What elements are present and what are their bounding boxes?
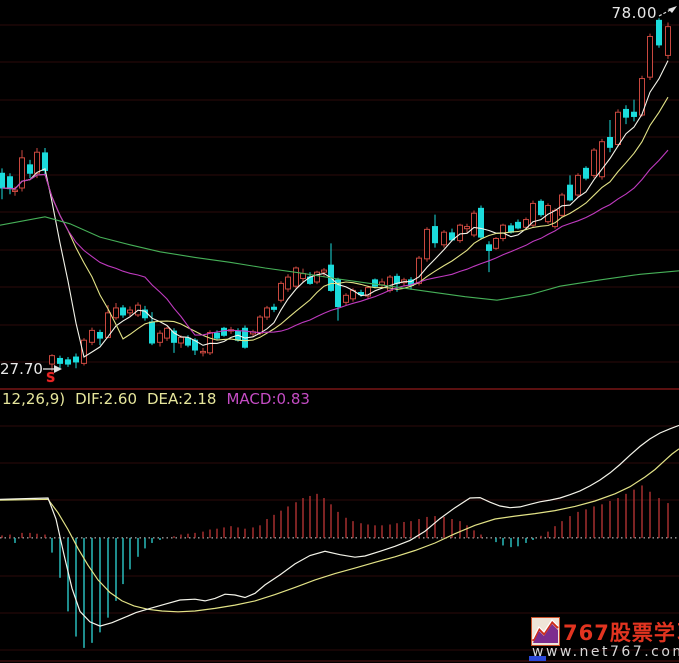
candle-body: [120, 307, 126, 316]
candle-body: [552, 209, 558, 228]
candle-body: [27, 164, 33, 174]
candle-body: [591, 149, 597, 176]
candle-body: [493, 237, 499, 249]
candle-body: [607, 136, 613, 148]
candle-body: [523, 219, 529, 228]
dif-line: [0, 424, 679, 627]
candle-body: [538, 200, 544, 216]
candle-body: [583, 167, 589, 179]
candle-body: [647, 35, 653, 78]
candle-body: [285, 276, 291, 290]
candle-body: [221, 327, 227, 336]
candle-body: [185, 337, 191, 346]
candle-body: [486, 244, 492, 251]
candle-body: [257, 316, 263, 334]
candle-body: [113, 307, 119, 319]
macd-params-label: 12,26,9): [2, 390, 66, 408]
watermark-site-url: www.net767.com: [532, 644, 679, 660]
candle-body: [471, 212, 477, 236]
candle-body: [500, 224, 506, 239]
candle-body: [7, 176, 13, 190]
candle-body: [416, 257, 422, 284]
candle-body: [372, 279, 378, 287]
candle-body: [207, 331, 213, 354]
candle-body: [575, 174, 581, 196]
candle-body: [34, 151, 40, 174]
candle-body: [178, 336, 184, 344]
stock-chart-screen: 78.00 27.70 S 12,26,9) DIF:2.60 DEA:2.18 MA…: [0, 0, 679, 663]
candle-body: [343, 294, 349, 303]
candle-body: [278, 282, 284, 301]
candle-body: [314, 271, 320, 283]
candle-body: [300, 273, 306, 279]
candle-body: [12, 189, 18, 193]
candle-body: [157, 332, 163, 343]
high-arrow-head: [668, 6, 677, 13]
candle-body: [615, 111, 621, 146]
candle-body: [293, 267, 299, 287]
candle-body: [567, 184, 573, 201]
candle-body: [271, 306, 277, 310]
candle-body: [478, 207, 484, 238]
chart-canvas[interactable]: [0, 0, 679, 663]
candle-body: [65, 359, 71, 365]
candle-body: [623, 108, 629, 118]
candle-body: [127, 309, 133, 314]
candle-body: [432, 226, 438, 244]
candle-body: [97, 331, 103, 339]
candle-body: [164, 327, 170, 339]
watermark-site-name: 767股票学习网: [563, 621, 679, 645]
candle-body: [656, 19, 662, 46]
candle-body: [264, 307, 270, 318]
candle-body: [42, 152, 48, 171]
ma20-line: [1, 149, 669, 336]
candle-body: [515, 221, 521, 229]
candle-body: [57, 357, 63, 364]
candle-body: [200, 350, 206, 354]
macd-indicator-row: 12,26,9) DIF:2.60 DEA:2.18 MACD:0.83: [2, 390, 320, 408]
candle-body: [457, 224, 463, 242]
candle-body: [441, 231, 447, 246]
dif-value-label: DIF:2.60: [75, 390, 137, 408]
sell-marker: S: [46, 371, 56, 386]
candle-body: [424, 228, 430, 260]
candle-body: [149, 321, 155, 344]
candle-body: [0, 172, 5, 189]
candle-body: [321, 269, 327, 273]
candle-body: [464, 226, 470, 230]
ma5-line: [1, 60, 669, 358]
candle-body: [214, 332, 220, 339]
candle-body: [49, 355, 55, 365]
zigzag-chart-icon: [531, 617, 560, 646]
candle-body: [508, 225, 514, 233]
macd-value-label: MACD:0.83: [226, 390, 310, 408]
candle-body: [631, 111, 637, 117]
low-price-label: 27.70: [0, 360, 43, 378]
high-price-label: 78.00: [611, 4, 657, 22]
candle-body: [89, 329, 95, 343]
candle-body: [73, 356, 79, 363]
dea-line: [0, 448, 679, 613]
dea-value-label: DEA:2.18: [147, 390, 217, 408]
candle-body: [665, 26, 671, 56]
